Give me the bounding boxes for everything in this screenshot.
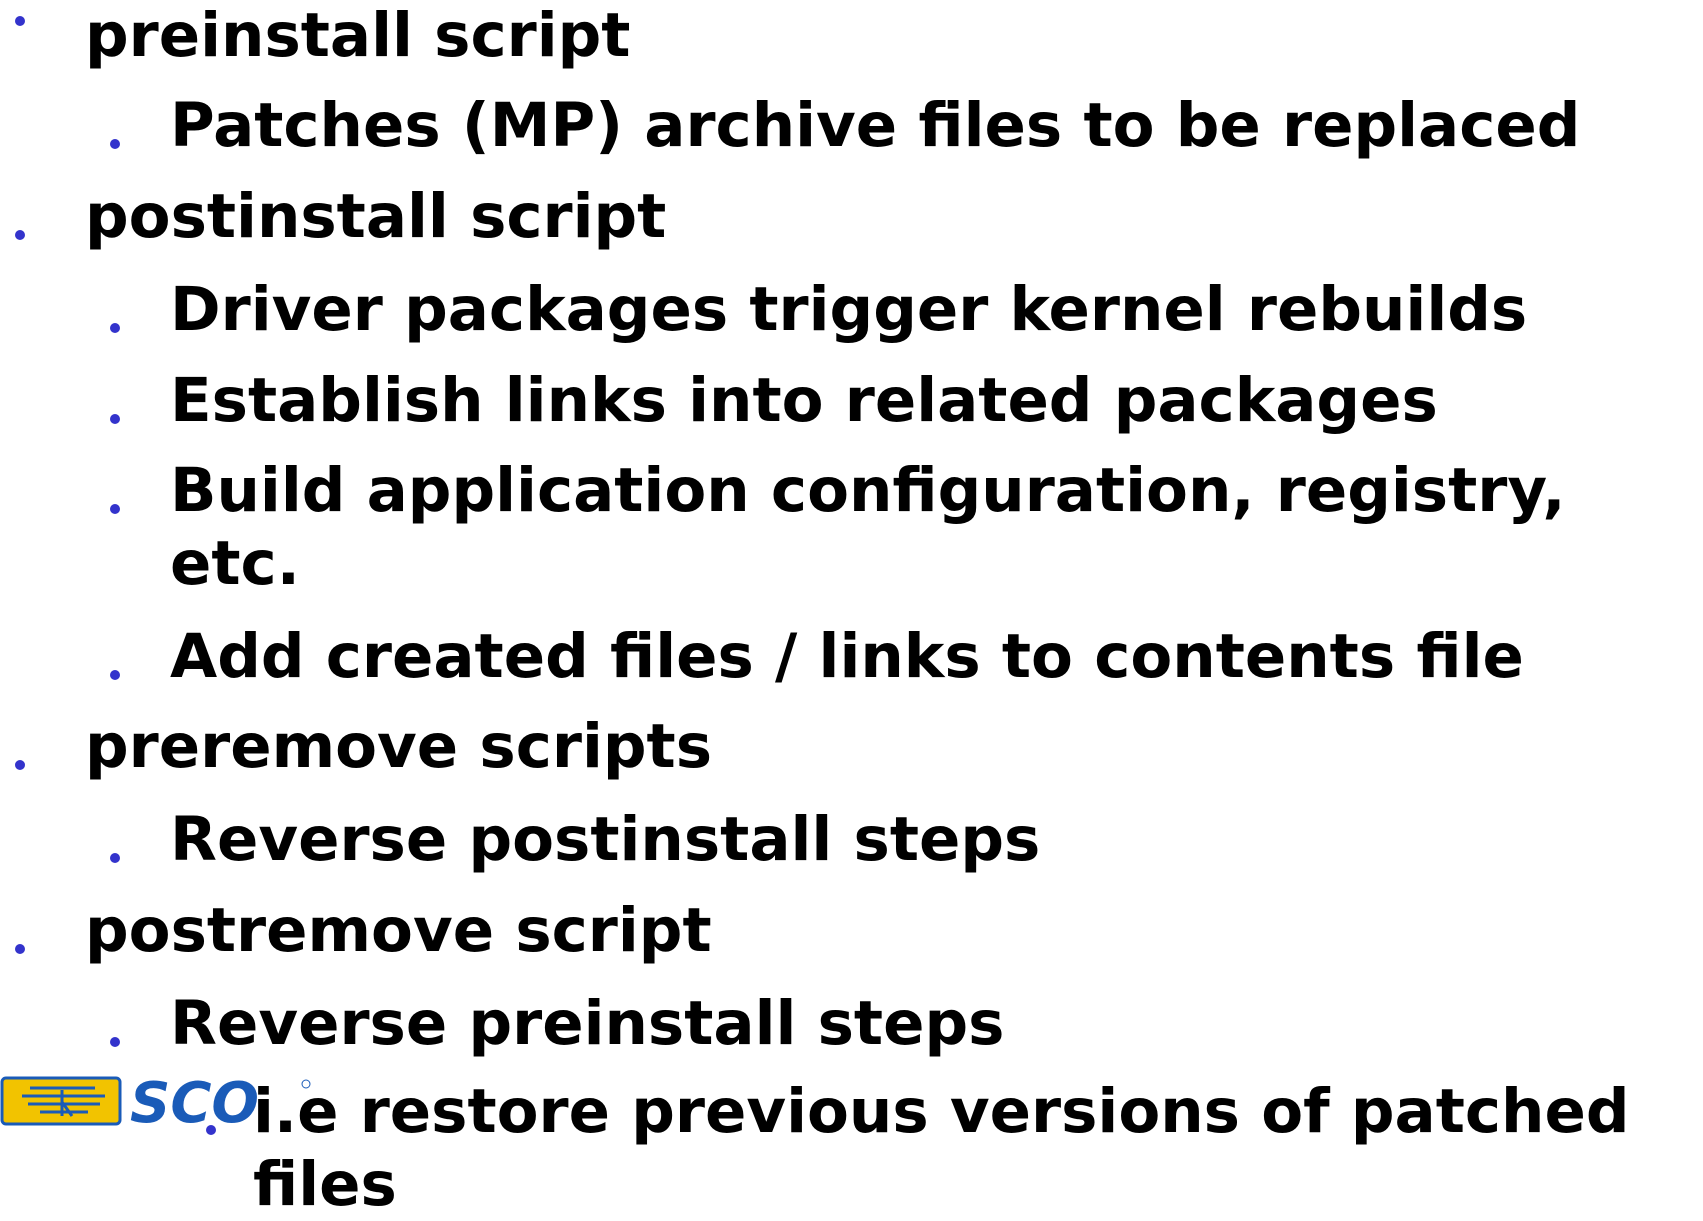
sub-bullet-dot [110, 139, 120, 149]
bullet-item-preremove: preremove scripts [85, 711, 713, 782]
sub-bullet-item: Patches (MP) archive files to be replace… [170, 90, 1581, 161]
bullet-dot [15, 230, 25, 240]
sub-bullet-dot [110, 853, 120, 863]
sco-logo: SCO [0, 1071, 320, 1136]
sub-bullet-dot [110, 504, 120, 514]
sub-bullet-item: Reverse postinstall steps [170, 804, 1041, 875]
sub-bullet-dot [110, 323, 120, 333]
sub-bullet-dot [110, 1037, 120, 1047]
sub-bullet-dot [110, 414, 120, 424]
sub-bullet-item: Establish links into related packages [170, 365, 1438, 436]
sub-bullet-item: Build application configuration, registr… [170, 455, 1566, 599]
bullet-item-preinstall: preinstall script [85, 0, 631, 71]
sub-bullet-item: Add created files / links to contents fi… [170, 621, 1524, 692]
bullet-dot [15, 944, 25, 954]
svg-text:SCO: SCO [130, 1072, 259, 1132]
bullet-dot [15, 760, 25, 770]
sco-caldera-logo-icon: SCO [0, 1071, 311, 1136]
sub-bullet-dot [110, 670, 120, 680]
bullet-dot [15, 16, 25, 26]
sub-bullet-item: Driver packages trigger kernel rebuilds [170, 274, 1528, 345]
bullet-item-postinstall: postinstall script [85, 181, 667, 252]
bullet-item-postremove: postremove script [85, 895, 712, 966]
sub-sub-bullet-item: i.e restore previous versions of patched… [253, 1076, 1630, 1220]
sub-bullet-item: Reverse preinstall steps [170, 988, 1005, 1059]
